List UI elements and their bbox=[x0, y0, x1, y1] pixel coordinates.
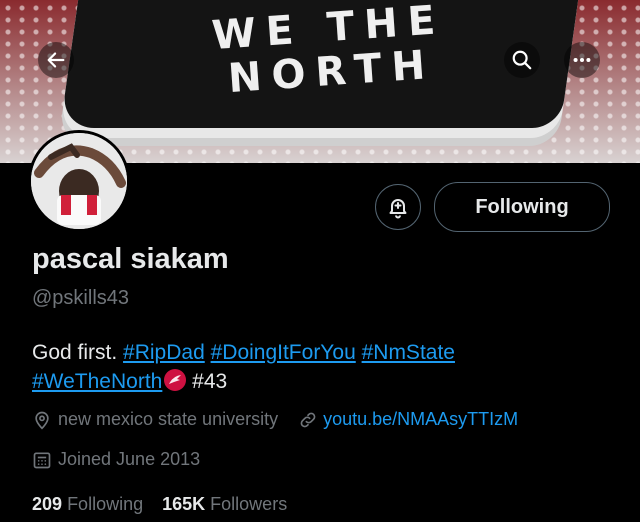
following-stat-label: Following bbox=[67, 494, 144, 514]
more-dots-icon bbox=[573, 57, 591, 63]
following-button[interactable]: Following bbox=[434, 182, 610, 232]
follow-stats: 209 Following 165K Followers bbox=[32, 494, 287, 515]
user-handle: @pskills43 bbox=[32, 287, 130, 309]
avatar-photo bbox=[31, 133, 127, 229]
more-button[interactable] bbox=[564, 42, 600, 78]
profile-meta-row: new mexico state university youtu.be/NMA… bbox=[32, 409, 518, 430]
bio-text: God first. bbox=[32, 341, 124, 364]
joined-date: Joined June 2013 bbox=[58, 449, 201, 469]
calendar-icon bbox=[33, 452, 51, 468]
joined-row: Joined June 2013 bbox=[32, 449, 200, 470]
followers-count: 165K bbox=[162, 494, 206, 514]
raptors-emoji-icon bbox=[164, 369, 187, 391]
bio-number: #43 bbox=[186, 370, 228, 393]
back-arrow-icon bbox=[47, 52, 65, 68]
hashtag-ripdad[interactable]: #RipDad bbox=[123, 341, 205, 364]
hashtag-doingitforyou[interactable]: #DoingItForYou bbox=[211, 341, 356, 364]
display-name: pascal siakam bbox=[32, 243, 229, 275]
website-link[interactable]: youtu.be/NMAAsyTTIzM bbox=[323, 409, 518, 430]
hashtag-wethenorth[interactable]: #WeTheNorth bbox=[32, 370, 162, 393]
avatar[interactable] bbox=[28, 130, 130, 232]
followers-stat-label: Followers bbox=[210, 494, 288, 514]
location-text: new mexico state university bbox=[58, 409, 279, 429]
search-icon bbox=[512, 50, 532, 70]
notifications-button[interactable] bbox=[375, 184, 421, 230]
following-count: 209 bbox=[32, 494, 63, 514]
followers-stat[interactable]: 165K Followers bbox=[162, 494, 287, 514]
location-pin-icon bbox=[35, 411, 49, 430]
bell-plus-icon bbox=[389, 199, 407, 219]
link-icon bbox=[300, 412, 316, 427]
following-stat[interactable]: 209 Following bbox=[32, 494, 143, 514]
hashtag-nmstate[interactable]: #NmState bbox=[362, 341, 455, 364]
profile-bio: God first. #RipDad #DoingItForYou #NmSta… bbox=[32, 338, 612, 396]
search-button[interactable] bbox=[504, 42, 540, 78]
back-button[interactable] bbox=[38, 42, 74, 78]
